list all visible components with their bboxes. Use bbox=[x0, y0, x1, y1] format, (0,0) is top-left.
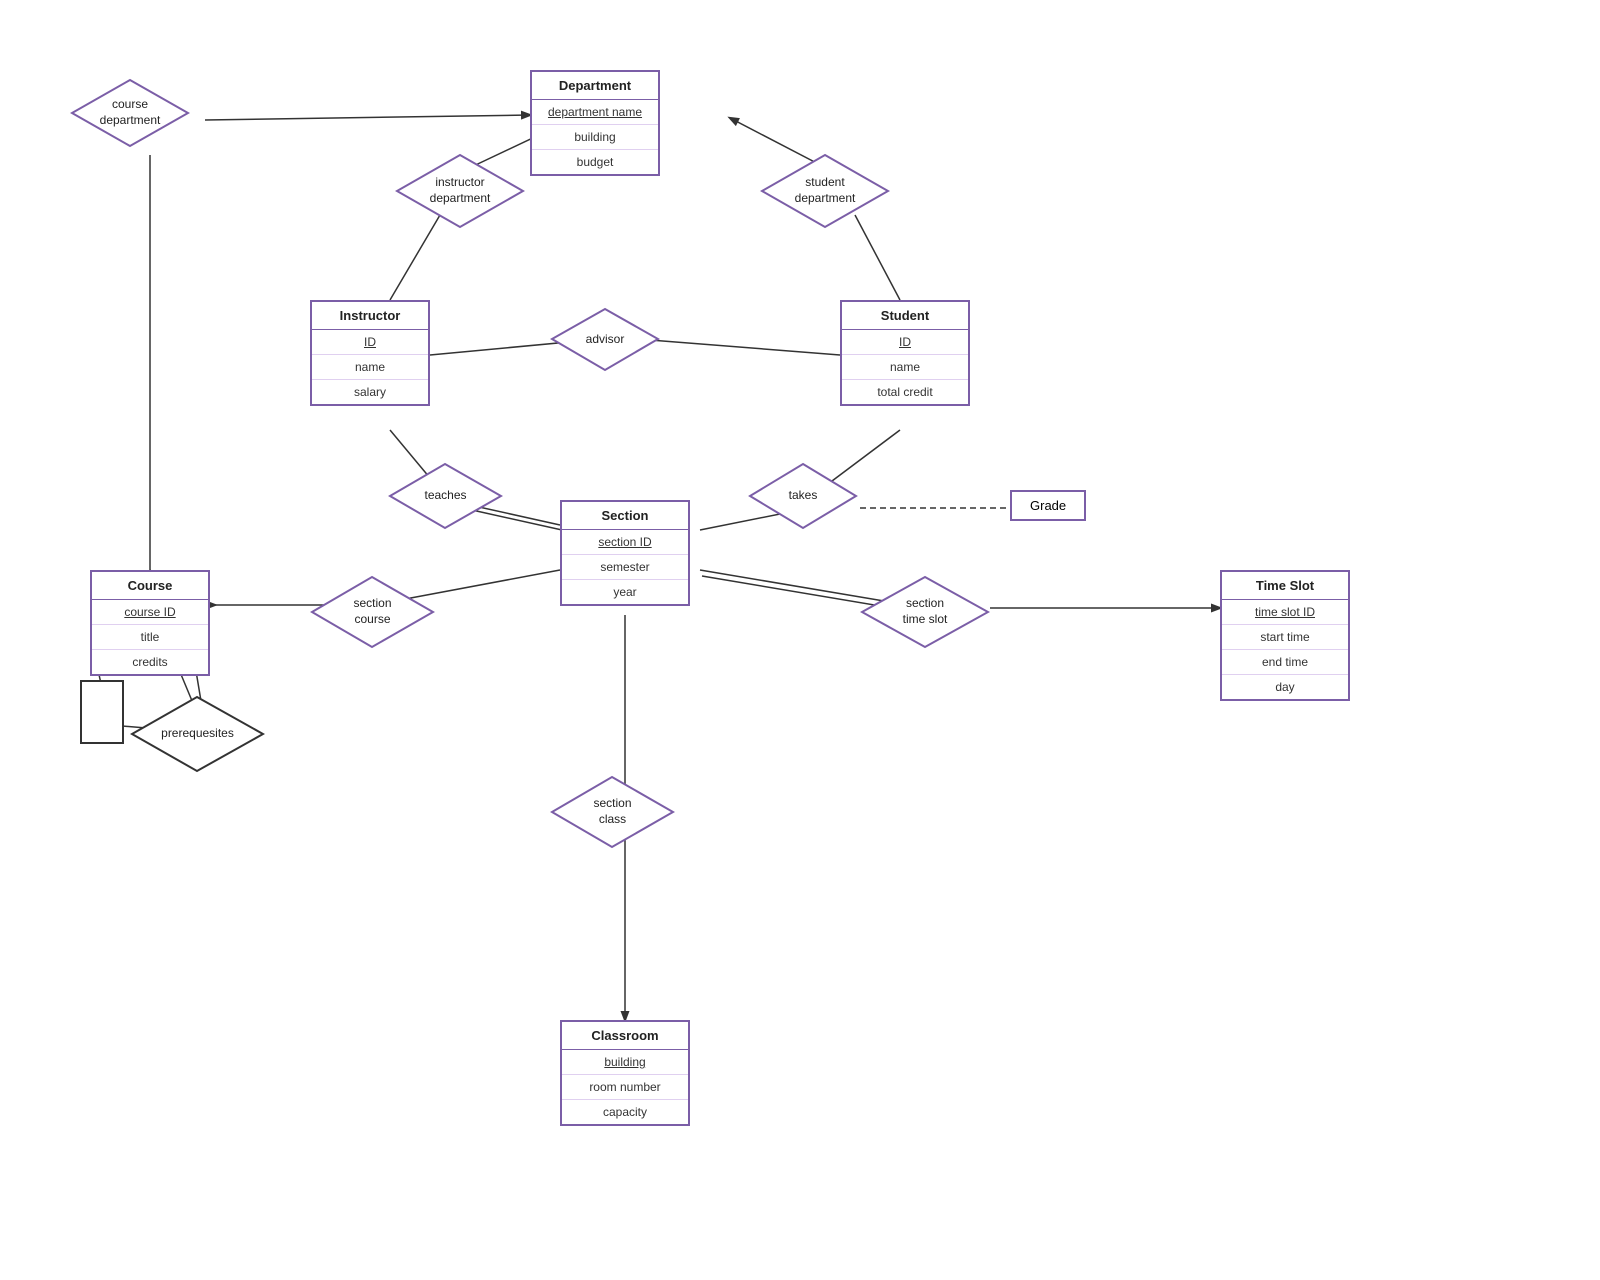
grade-label: Grade bbox=[1010, 490, 1086, 521]
classroom-attr-capacity: capacity bbox=[562, 1100, 688, 1124]
section-attr-semester: semester bbox=[562, 555, 688, 580]
section-title: Section bbox=[562, 502, 688, 530]
timeslot-attr-day: day bbox=[1222, 675, 1348, 699]
department-title: Department bbox=[532, 72, 658, 100]
section-course-diamond: sectioncourse bbox=[310, 575, 435, 649]
instructor-attr-id: ID bbox=[312, 330, 428, 355]
classroom-attr-roomnumber: room number bbox=[562, 1075, 688, 1100]
course-attr-credits: credits bbox=[92, 650, 208, 674]
student-entity: Student ID name total credit bbox=[840, 300, 970, 406]
prereq-diamond: prerequesites bbox=[130, 695, 265, 773]
course-attr-title: title bbox=[92, 625, 208, 650]
department-entity: Department department name building budg… bbox=[530, 70, 660, 176]
advisor-diamond: advisor bbox=[550, 307, 660, 372]
section-class-diamond: sectionclass bbox=[550, 775, 675, 849]
student-title: Student bbox=[842, 302, 968, 330]
prereq-box bbox=[80, 680, 124, 744]
timeslot-attr-endtime: end time bbox=[1222, 650, 1348, 675]
student-department-diamond: studentdepartment bbox=[760, 153, 890, 229]
section-attr-id: section ID bbox=[562, 530, 688, 555]
course-title: Course bbox=[92, 572, 208, 600]
dept-attr-name: department name bbox=[532, 100, 658, 125]
timeslot-title: Time Slot bbox=[1222, 572, 1348, 600]
instructor-title: Instructor bbox=[312, 302, 428, 330]
dept-attr-budget: budget bbox=[532, 150, 658, 174]
classroom-title: Classroom bbox=[562, 1022, 688, 1050]
timeslot-entity: Time Slot time slot ID start time end ti… bbox=[1220, 570, 1350, 701]
teaches-diamond: teaches bbox=[388, 462, 503, 530]
student-attr-name: name bbox=[842, 355, 968, 380]
course-department-diamond: coursedepartment bbox=[70, 78, 190, 148]
section-timeslot-diamond: sectiontime slot bbox=[860, 575, 990, 649]
course-attr-id: course ID bbox=[92, 600, 208, 625]
classroom-entity: Classroom building room number capacity bbox=[560, 1020, 690, 1126]
course-entity: Course course ID title credits bbox=[90, 570, 210, 676]
student-attr-id: ID bbox=[842, 330, 968, 355]
student-attr-totalcredit: total credit bbox=[842, 380, 968, 404]
classroom-attr-building: building bbox=[562, 1050, 688, 1075]
takes-diamond: takes bbox=[748, 462, 858, 530]
timeslot-attr-starttime: start time bbox=[1222, 625, 1348, 650]
section-entity: Section section ID semester year bbox=[560, 500, 690, 606]
instructor-department-diamond: instructordepartment bbox=[395, 153, 525, 229]
timeslot-attr-id: time slot ID bbox=[1222, 600, 1348, 625]
instructor-entity: Instructor ID name salary bbox=[310, 300, 430, 406]
instructor-attr-name: name bbox=[312, 355, 428, 380]
dept-attr-building: building bbox=[532, 125, 658, 150]
instructor-attr-salary: salary bbox=[312, 380, 428, 404]
section-attr-year: year bbox=[562, 580, 688, 604]
